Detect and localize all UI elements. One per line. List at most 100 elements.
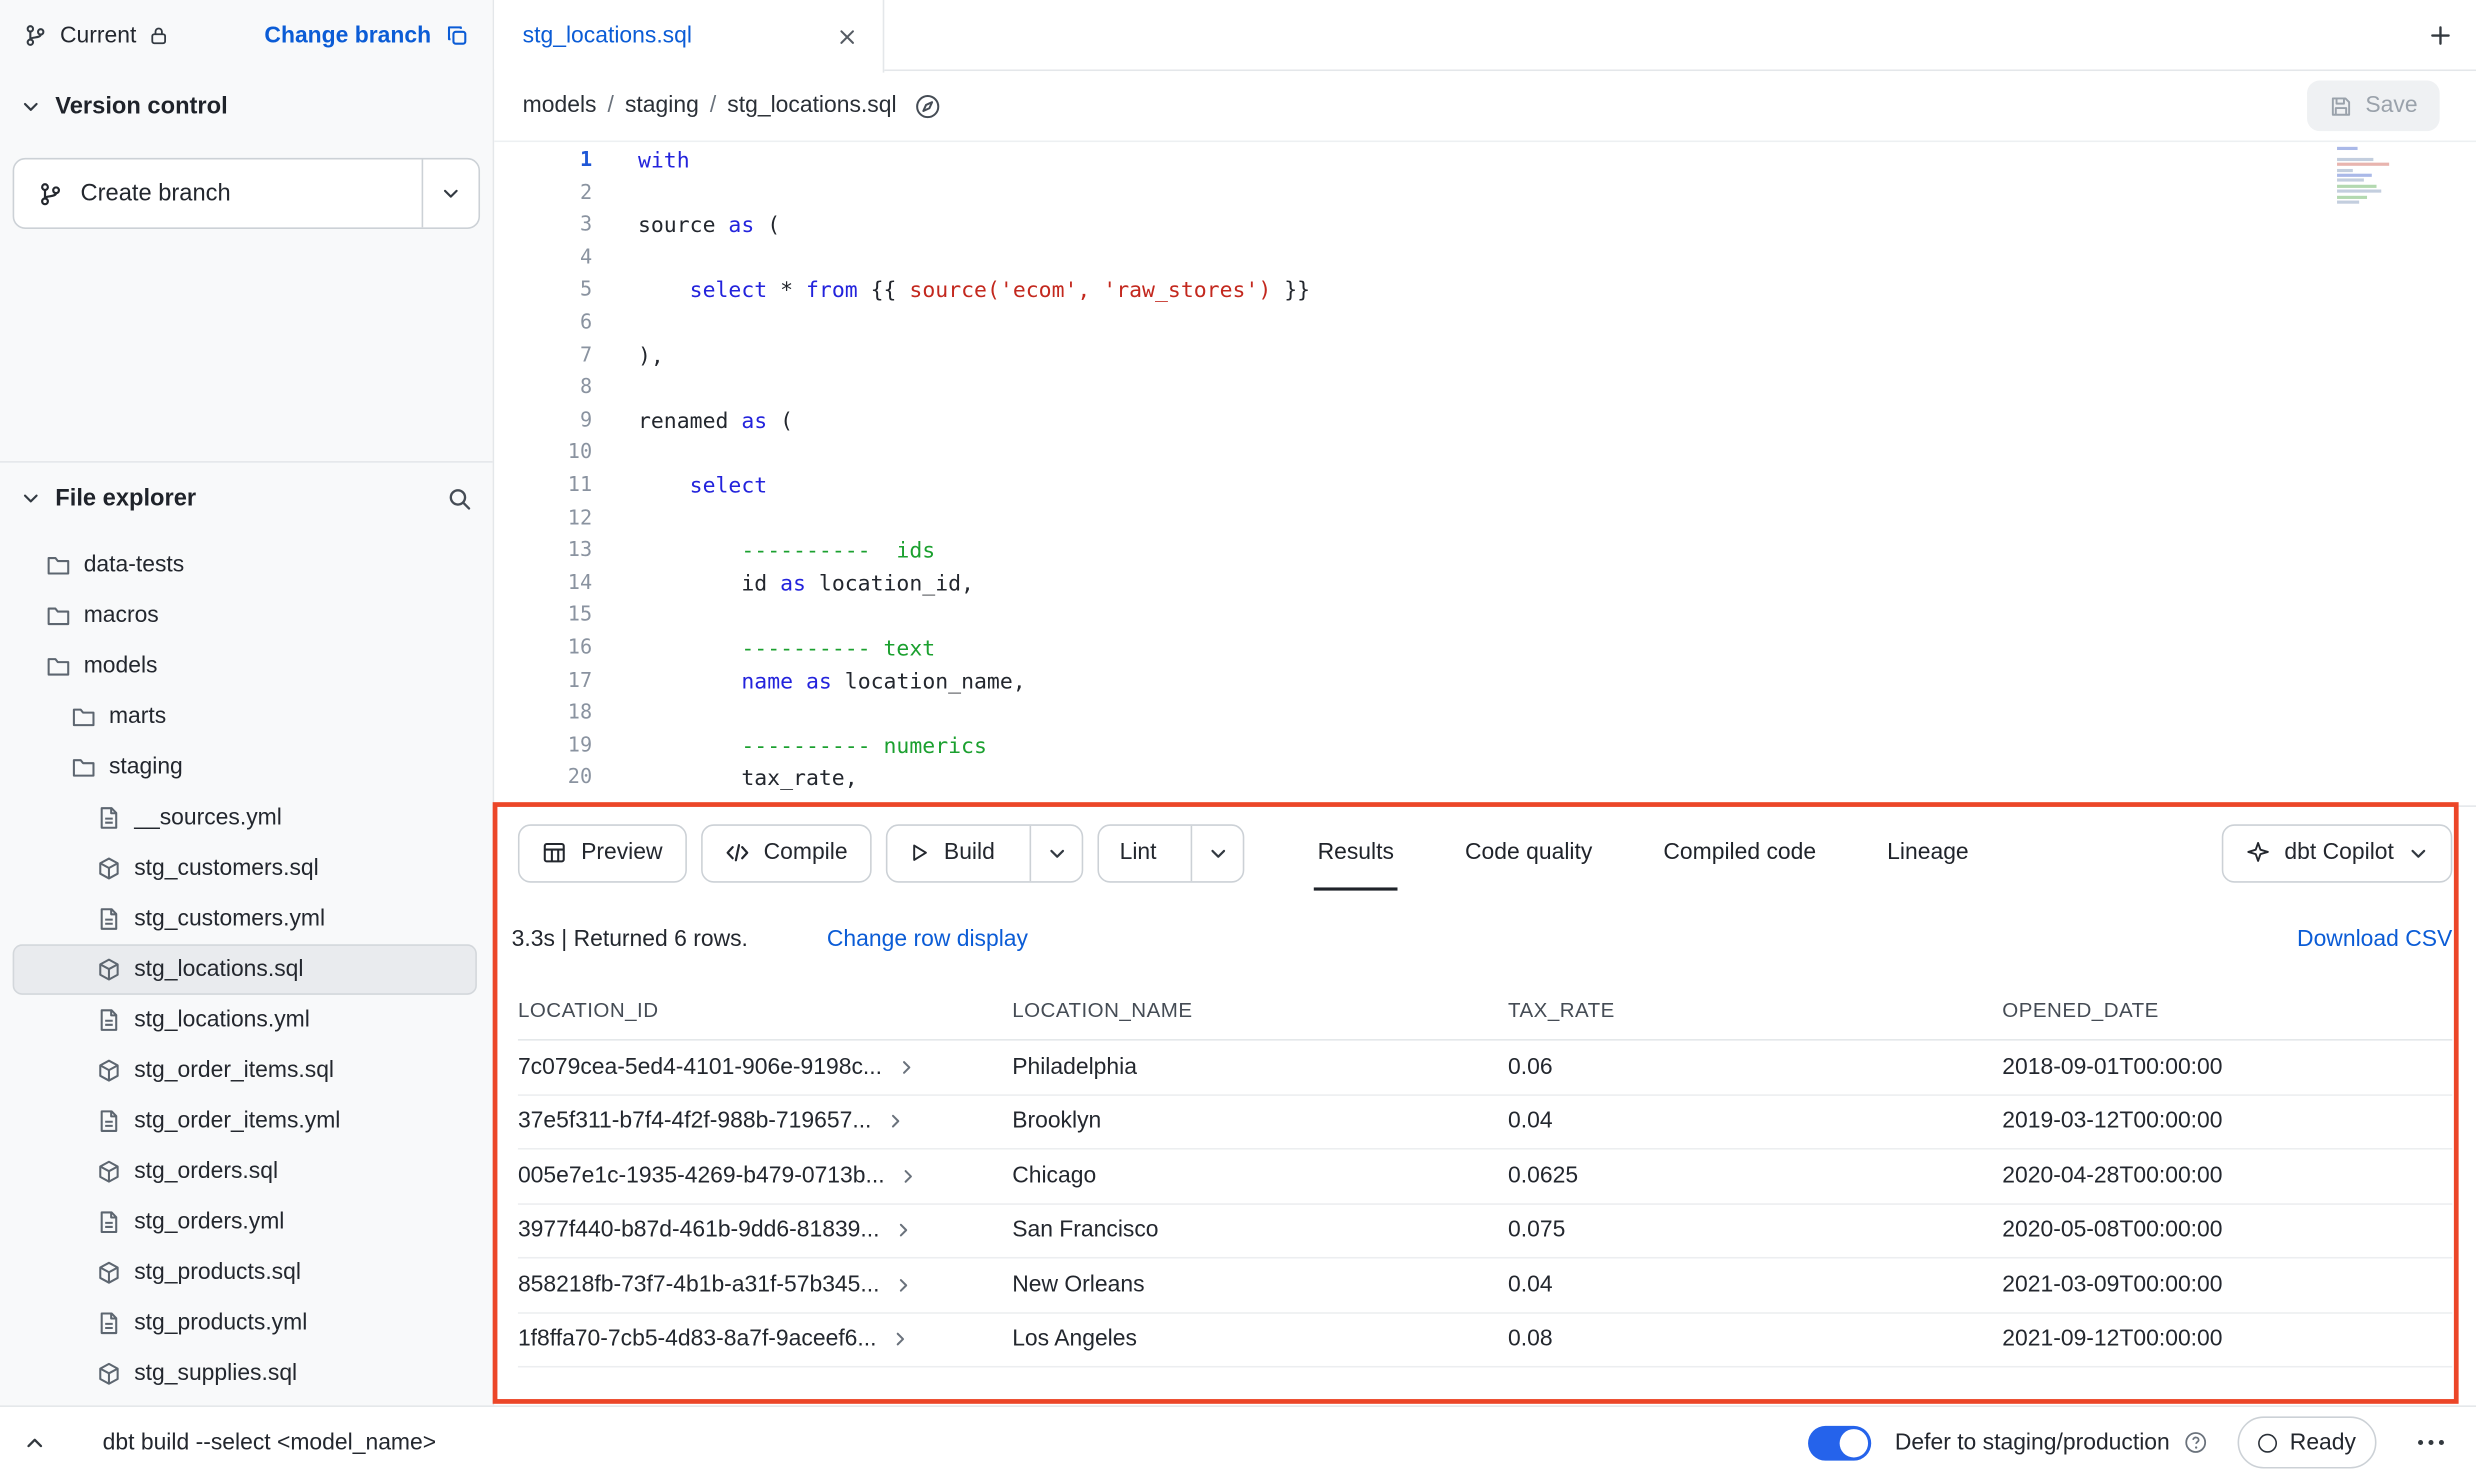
row-expand-icon[interactable] xyxy=(886,1112,905,1131)
file-tree-item-stg_products.yml[interactable]: stg_products.yml xyxy=(13,1298,477,1349)
dbt-copilot-button[interactable]: dbt Copilot xyxy=(2221,823,2452,881)
file-tree-item-macros[interactable]: macros xyxy=(13,591,477,642)
create-branch-main[interactable]: Create branch xyxy=(14,159,421,227)
command-input[interactable]: dbt build --select <model_name> xyxy=(103,1430,436,1455)
preview-button[interactable]: Preview xyxy=(518,823,686,881)
results-panel: Preview Compile Build xyxy=(494,805,2476,1405)
defer-toggle[interactable] xyxy=(1808,1425,1871,1460)
file-tree-item-data-tests[interactable]: data-tests xyxy=(13,540,477,591)
ide-status-ready[interactable]: Ready xyxy=(2238,1416,2377,1468)
lint-main[interactable]: Lint xyxy=(1099,825,1177,880)
cell-value: 0.075 xyxy=(1508,1218,2002,1243)
status-ring-icon xyxy=(2258,1433,2277,1452)
cell-value: 2020-04-28T00:00:00 xyxy=(2002,1163,2452,1188)
compile-button[interactable]: Compile xyxy=(700,823,871,881)
tab-stg-locations-sql[interactable]: stg_locations.sql xyxy=(494,0,884,73)
file-tree-item-__sources.yml[interactable]: __sources.yml xyxy=(13,793,477,844)
code-line xyxy=(638,503,1310,536)
file-tree-item-models[interactable]: models xyxy=(13,641,477,692)
file-tree-item-stg_customers.yml[interactable]: stg_customers.yml xyxy=(13,894,477,945)
code-line: tax_rate, xyxy=(638,763,1310,796)
save-button[interactable]: Save xyxy=(2307,81,2440,132)
file-tree-item-stg_order_items.yml[interactable]: stg_order_items.yml xyxy=(13,1096,477,1147)
row-expand-icon[interactable] xyxy=(899,1167,918,1186)
code-line: ), xyxy=(638,340,1310,373)
file-tree-item-marts[interactable]: marts xyxy=(13,692,477,743)
file-tree-item-stg_supplies.sql[interactable]: stg_supplies.sql xyxy=(13,1349,477,1400)
row-expand-icon[interactable] xyxy=(896,1058,915,1077)
column-header-location_id: LOCATION_ID xyxy=(518,998,1012,1022)
code-content[interactable]: withsource as ( select * from {{ source(… xyxy=(592,142,1310,805)
expand-command-drawer-icon[interactable] xyxy=(24,1431,46,1453)
change-row-display-link[interactable]: Change row display xyxy=(827,927,1028,952)
code-editor[interactable]: 1234567891011121314151617181920 withsour… xyxy=(494,142,2476,805)
folder-icon xyxy=(46,654,71,679)
code-line: ---------- ids xyxy=(638,536,1310,569)
yml-file-icon xyxy=(96,1109,121,1134)
file-tree-item-staging[interactable]: staging xyxy=(13,742,477,793)
file-tree-item-stg_products.sql[interactable]: stg_products.sql xyxy=(13,1247,477,1298)
create-branch-button[interactable]: Create branch xyxy=(13,158,480,229)
breadcrumb: models / staging / stg_locations.sql xyxy=(523,93,897,118)
minimap[interactable] xyxy=(2337,147,2403,216)
lint-label: Lint xyxy=(1120,840,1157,865)
code-line: name as location_name, xyxy=(638,666,1310,699)
tab-label: stg_locations.sql xyxy=(523,24,692,49)
model-file-icon xyxy=(96,1361,121,1386)
lint-button[interactable]: Lint xyxy=(1097,823,1244,881)
file-tree-item-stg_orders.sql[interactable]: stg_orders.sql xyxy=(13,1146,477,1197)
file-name: stg_orders.sql xyxy=(134,1159,278,1184)
location-id-text: 7c079cea-5ed4-4101-906e-9198c... xyxy=(518,1054,882,1079)
toggle-knob xyxy=(1840,1428,1868,1456)
row-expand-icon[interactable] xyxy=(894,1276,913,1295)
defer-label: Defer to staging/production xyxy=(1895,1430,2170,1455)
more-options-button[interactable] xyxy=(2408,1420,2452,1464)
change-branch-link[interactable]: Change branch xyxy=(264,23,431,48)
help-icon[interactable] xyxy=(2184,1431,2208,1455)
build-button[interactable]: Build xyxy=(885,823,1083,881)
cell-value: 1f8ffa70-7cb5-4d83-8a7f-9aceef6... xyxy=(518,1327,1012,1352)
row-expand-icon[interactable] xyxy=(894,1221,913,1240)
build-options-caret[interactable] xyxy=(1030,825,1082,880)
file-explorer-header[interactable]: File explorer xyxy=(0,463,493,534)
tab-code-quality[interactable]: Code quality xyxy=(1465,807,1592,899)
cell-value: 2021-03-09T00:00:00 xyxy=(2002,1272,2452,1297)
version-control-header[interactable]: Version control xyxy=(0,71,493,140)
query-summary: 3.3s | Returned 6 rows. xyxy=(512,927,748,952)
new-tab-button[interactable] xyxy=(2403,0,2476,69)
file-name: staging xyxy=(109,755,183,780)
line-number: 5 xyxy=(494,275,592,308)
line-number: 1 xyxy=(494,145,592,178)
copy-icon[interactable] xyxy=(445,24,469,48)
build-main[interactable]: Build xyxy=(887,825,1015,880)
folder-icon xyxy=(71,704,96,729)
play-icon xyxy=(908,842,930,864)
file-tree-item-stg_locations.yml[interactable]: stg_locations.yml xyxy=(13,995,477,1046)
close-tab-icon[interactable] xyxy=(837,26,858,47)
file-tree-item-stg_customers.sql[interactable]: stg_customers.sql xyxy=(13,843,477,894)
row-expand-icon[interactable] xyxy=(891,1330,910,1349)
ellipsis-icon xyxy=(2417,1439,2444,1447)
file-tree-item-stg_order_items.sql[interactable]: stg_order_items.sql xyxy=(13,1045,477,1096)
cell-value: 2020-05-08T00:00:00 xyxy=(2002,1218,2452,1243)
file-name: stg_customers.sql xyxy=(134,856,319,881)
save-label: Save xyxy=(2365,93,2417,118)
compass-icon[interactable] xyxy=(914,92,941,119)
plus-icon xyxy=(2428,23,2452,47)
lint-options-caret[interactable] xyxy=(1191,825,1243,880)
question-circle-icon xyxy=(2184,1431,2208,1455)
tab-lineage[interactable]: Lineage xyxy=(1887,807,1968,899)
file-tree-item-stg_orders.yml[interactable]: stg_orders.yml xyxy=(13,1197,477,1248)
line-number: 2 xyxy=(494,178,592,211)
chevron-down-icon xyxy=(21,96,42,117)
current-branch-chip[interactable]: Current xyxy=(24,23,170,48)
code-line xyxy=(638,243,1310,276)
tab-results[interactable]: Results xyxy=(1318,807,1394,899)
search-icon[interactable] xyxy=(447,486,472,511)
download-csv-link[interactable]: Download CSV xyxy=(2297,927,2452,952)
create-branch-caret[interactable] xyxy=(422,159,479,227)
tab-compiled-code[interactable]: Compiled code xyxy=(1663,807,1816,899)
file-tree-item-stg_locations.sql[interactable]: stg_locations.sql xyxy=(13,944,477,995)
column-header-location_name: LOCATION_NAME xyxy=(1012,998,1508,1022)
cell-value: Los Angeles xyxy=(1012,1327,1508,1352)
